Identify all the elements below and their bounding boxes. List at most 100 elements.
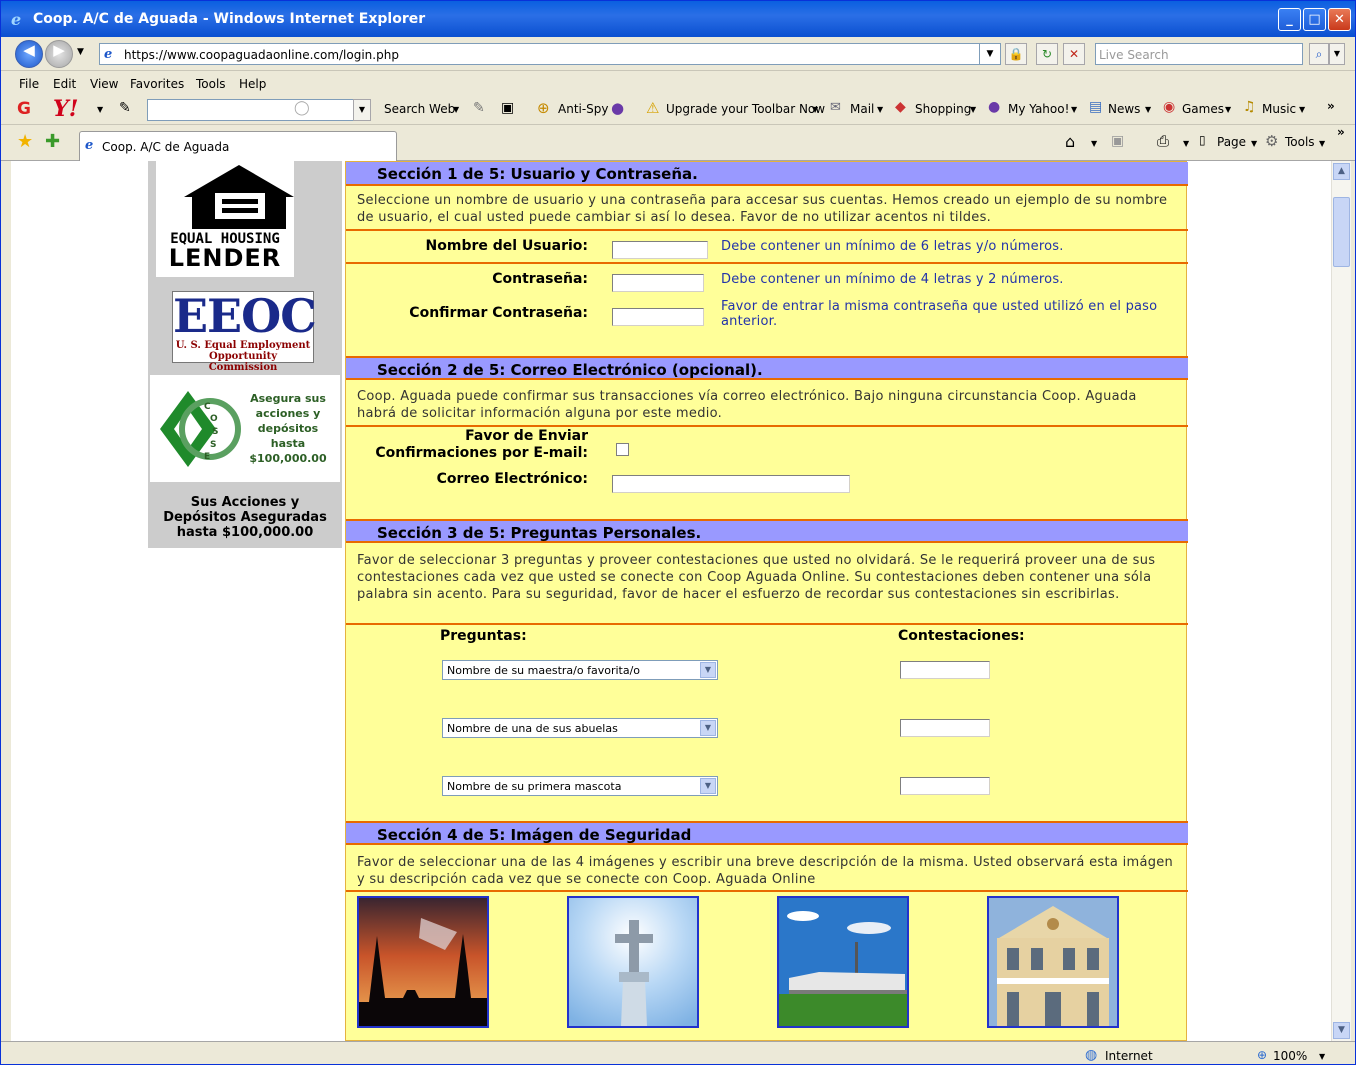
mail-button[interactable]: Mail: [850, 102, 874, 116]
menu-view[interactable]: View: [90, 77, 118, 91]
search-icon[interactable]: ⌕: [1309, 43, 1329, 65]
upgrade-toolbar-button[interactable]: Upgrade your Toolbar Now: [666, 102, 825, 116]
security-image-building[interactable]: [987, 896, 1119, 1028]
music-button[interactable]: Music: [1262, 102, 1296, 116]
questions-label: Preguntas:: [440, 628, 527, 644]
maximize-button[interactable]: □: [1303, 8, 1326, 31]
anti-spy-button[interactable]: Anti-Spy: [558, 102, 609, 116]
menu-tools[interactable]: Tools: [196, 77, 226, 91]
minimize-button[interactable]: _: [1278, 8, 1301, 31]
email-confirm-checkbox[interactable]: [616, 443, 629, 456]
highlight-icon[interactable]: ✎: [473, 100, 485, 116]
games-button[interactable]: Games: [1182, 102, 1224, 116]
confirm-password-input[interactable]: [612, 308, 704, 326]
tab-row: ★ ✚ e Coop. A/C de Aguada ⌂ ▼ ▣ ⎙ ▼ ▯ Pa…: [1, 125, 1355, 161]
password-input[interactable]: [612, 274, 704, 292]
yahoo-search-dropdown-icon[interactable]: ▼: [353, 99, 371, 121]
menu-edit[interactable]: Edit: [53, 77, 76, 91]
search-options-icon[interactable]: ▼: [1329, 43, 1345, 65]
security-zone: Internet: [1105, 1049, 1153, 1063]
games-dropdown-icon[interactable]: ▼: [1225, 105, 1231, 114]
answer-input-2[interactable]: [900, 719, 990, 737]
scroll-down-icon[interactable]: ▼: [1333, 1022, 1350, 1039]
question-select-2[interactable]: Nombre de una de sus abuelas ▼: [442, 718, 718, 738]
forward-button[interactable]: ▶: [45, 40, 73, 68]
page-menu-button[interactable]: Page: [1217, 135, 1246, 149]
pencil-icon[interactable]: ✎: [119, 100, 131, 116]
equal-housing-lender-logo: EQUAL HOUSING LENDER: [156, 161, 294, 277]
feeds-icon[interactable]: ▣: [1111, 133, 1124, 149]
yahoo-menu-dropdown-icon[interactable]: ▼: [97, 105, 103, 114]
back-button[interactable]: ◀: [15, 40, 43, 68]
url-dropdown-icon[interactable]: ▼: [979, 43, 1001, 65]
add-favorites-icon[interactable]: ✚: [45, 131, 60, 152]
security-image-sugar-mill[interactable]: [777, 896, 909, 1028]
yahoo-logo-icon[interactable]: Y!: [53, 96, 78, 122]
news-dropdown-icon[interactable]: ▼: [1145, 105, 1151, 114]
scroll-up-icon[interactable]: ▲: [1333, 163, 1350, 180]
question-select-1[interactable]: Nombre de su maestra/o favorita/o ▼: [442, 660, 718, 680]
eeoc-title: EEOC: [173, 289, 317, 343]
shopping-button[interactable]: Shopping: [915, 102, 971, 116]
vertical-scrollbar[interactable]: ▲ ▼: [1331, 161, 1351, 1041]
window-title: Coop. A/C de Aguada - Windows Internet E…: [33, 11, 426, 27]
status-bar: ◍ Internet ⊕ 100% ▼: [1, 1041, 1355, 1064]
popup-blocker-icon[interactable]: ▣: [501, 100, 514, 116]
my-yahoo-button[interactable]: My Yahoo!: [1008, 102, 1069, 116]
live-search-input[interactable]: Live Search: [1095, 43, 1303, 65]
toolbar-logo-icon[interactable]: G: [17, 99, 31, 119]
command-overflow-icon[interactable]: »: [1337, 125, 1345, 139]
music-dropdown-icon[interactable]: ▼: [1299, 105, 1305, 114]
close-button[interactable]: ✕: [1328, 8, 1351, 31]
security-image-church[interactable]: [357, 896, 489, 1028]
refresh-icon[interactable]: ↻: [1036, 43, 1058, 65]
upgrade-dropdown-icon[interactable]: ▼: [812, 105, 818, 114]
favorites-star-icon[interactable]: ★: [17, 131, 33, 152]
url-field[interactable]: e https://www.coopaguadaonline.com/login…: [99, 43, 999, 65]
answer-input-1[interactable]: [900, 661, 990, 679]
section3-intro: Favor de seleccionar 3 preguntas y prove…: [357, 553, 1156, 602]
sugar-mill-image: [779, 898, 907, 1026]
home-dropdown-icon[interactable]: ▼: [1091, 139, 1097, 148]
games-icon: ◉: [1163, 99, 1176, 115]
mail-dropdown-icon[interactable]: ▼: [877, 105, 883, 114]
tools-menu-button[interactable]: Tools: [1285, 135, 1315, 149]
eeoc-logo[interactable]: EEOC U. S. Equal Employment Opportunity …: [172, 289, 317, 373]
eeoc-sub2: Opportunity Commission: [208, 351, 278, 373]
my-yahoo-dropdown-icon[interactable]: ▼: [1071, 105, 1077, 114]
answer-input-3[interactable]: [900, 777, 990, 795]
print-icon[interactable]: ⎙: [1157, 132, 1169, 150]
confirm-password-label: Confirmar Contraseña:: [409, 305, 588, 321]
zoom-level[interactable]: 100%: [1273, 1049, 1307, 1063]
menu-file[interactable]: File: [19, 77, 39, 91]
chevron-down-icon: ▼: [700, 778, 716, 794]
username-input[interactable]: [612, 241, 708, 259]
news-button[interactable]: News: [1108, 102, 1140, 116]
search-web-button[interactable]: Search Web: [384, 102, 455, 116]
page-menu-dropdown-icon[interactable]: ▼: [1251, 139, 1257, 148]
zoom-dropdown-icon[interactable]: ▼: [1319, 1052, 1325, 1061]
home-icon[interactable]: ⌂: [1065, 132, 1075, 151]
lock-icon[interactable]: 🔒: [1005, 43, 1027, 65]
tools-menu-dropdown-icon[interactable]: ▼: [1319, 139, 1325, 148]
email-input[interactable]: [612, 475, 850, 493]
stop-icon[interactable]: ✕: [1063, 43, 1085, 65]
yahoo-search-input[interactable]: ◯: [147, 99, 371, 121]
shopping-dropdown-icon[interactable]: ▼: [970, 105, 976, 114]
menu-favorites[interactable]: Favorites: [130, 77, 184, 91]
news-icon: ▤: [1089, 99, 1103, 115]
search-web-dropdown-icon[interactable]: ▼: [453, 105, 459, 114]
toolbar-overflow-icon[interactable]: »: [1327, 99, 1335, 113]
section3-header: Sección 3 de 5: Preguntas Personales.: [346, 519, 1188, 543]
menu-help[interactable]: Help: [239, 77, 266, 91]
left-sidebar: EQUAL HOUSING LENDER EEOC U. S. Equal Em…: [148, 161, 342, 548]
messenger-icon[interactable]: ●: [611, 99, 624, 117]
security-image-cross[interactable]: [567, 896, 699, 1028]
chevron-down-icon: ▼: [700, 662, 716, 678]
print-dropdown-icon[interactable]: ▼: [1183, 139, 1189, 148]
scroll-thumb[interactable]: [1333, 197, 1350, 267]
svg-text:E: E: [204, 452, 210, 462]
tab-active[interactable]: e Coop. A/C de Aguada: [79, 131, 397, 161]
recent-pages-dropdown-icon[interactable]: ▼: [77, 47, 84, 57]
question-select-3[interactable]: Nombre de su primera mascota ▼: [442, 776, 718, 796]
